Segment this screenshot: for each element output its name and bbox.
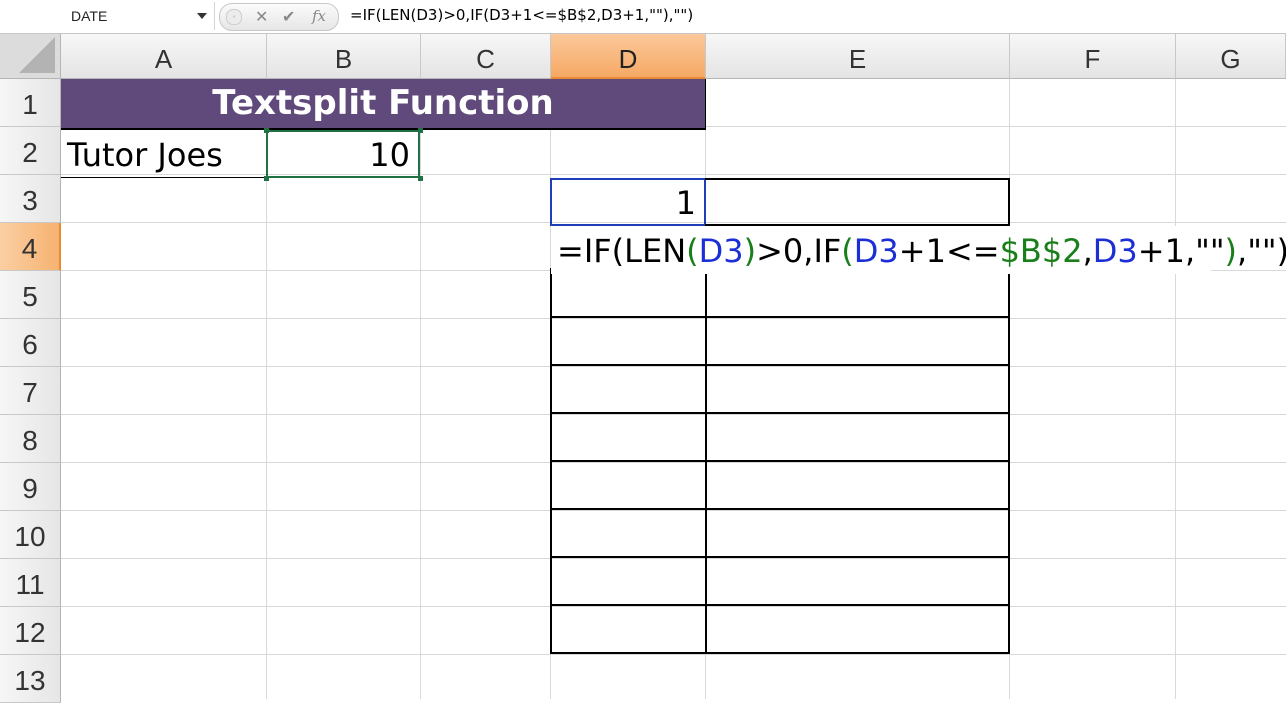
table-cell[interactable] — [550, 364, 707, 414]
row-header-1[interactable]: 1 — [0, 79, 61, 127]
formula-tokens: =IF(LEN(D3)>0,IF(D3+1<=$B$2,D3+1,""),"") — [557, 232, 1286, 270]
table-cell[interactable] — [705, 316, 1010, 366]
title-cell[interactable]: Textsplit Function — [61, 79, 706, 130]
formula-token: +1,"" — [1137, 232, 1225, 270]
column-header-g[interactable]: G — [1176, 34, 1286, 79]
table-cell[interactable] — [550, 412, 707, 462]
row-header-3[interactable]: 3 — [0, 175, 61, 223]
cell-d3[interactable]: 1 — [550, 178, 706, 226]
table-cell[interactable] — [705, 412, 1010, 462]
table-cell[interactable] — [705, 556, 1010, 606]
cancel-icon[interactable]: ✕ — [255, 7, 268, 27]
formula-token: >0,IF — [756, 232, 842, 270]
name-box[interactable]: DATE — [0, 2, 215, 30]
formula-token: =IF(LEN — [557, 232, 687, 270]
formula-token: , — [1082, 232, 1093, 270]
selection-handle[interactable] — [264, 176, 269, 181]
column-header-c[interactable]: C — [421, 34, 551, 79]
formula-token: D3 — [853, 232, 899, 270]
cell-e3[interactable] — [705, 178, 1010, 226]
spreadsheet-grid[interactable]: A B C D E F G 1 2 3 4 5 6 7 8 9 10 11 12… — [0, 34, 1286, 703]
row-header-7[interactable]: 7 — [0, 367, 61, 415]
row-header-6[interactable]: 6 — [0, 319, 61, 367]
cell-a2[interactable]: Tutor Joes — [61, 130, 267, 178]
selection-handle[interactable] — [418, 176, 423, 181]
column-header-a[interactable]: A — [61, 34, 267, 79]
select-all-button[interactable] — [0, 34, 61, 79]
row-header-2[interactable]: 2 — [0, 127, 61, 175]
table-cell[interactable] — [705, 604, 1010, 654]
cell-d4-editor[interactable]: =IF(LEN(D3)>0,IF(D3+1<=$B$2,D3+1,""),"") — [551, 226, 1286, 274]
table-cell[interactable] — [705, 508, 1010, 558]
formula-buttons: ◦ ✕ ✔ fx — [219, 3, 339, 31]
row-header-4[interactable]: 4 — [0, 223, 61, 271]
formula-token: ) — [743, 232, 757, 270]
cell-b2[interactable]: 10 — [266, 130, 420, 178]
selection-handle[interactable] — [418, 128, 423, 133]
formula-token: $B$2 — [999, 232, 1083, 270]
table-cell[interactable] — [550, 316, 707, 366]
name-box-value[interactable]: DATE — [71, 8, 107, 24]
formula-token: +1<= — [898, 232, 1000, 270]
insert-function-icon[interactable]: fx — [312, 7, 326, 25]
formula-token: ) — [1224, 232, 1238, 270]
gridline — [61, 654, 1286, 655]
column-header-b[interactable]: B — [267, 34, 421, 79]
row-header-12[interactable]: 12 — [0, 607, 61, 655]
formula-token: ( — [841, 232, 854, 270]
table-cell[interactable] — [705, 460, 1010, 510]
formula-token: D3 — [1092, 232, 1138, 270]
formula-token: ,"") — [1237, 232, 1286, 270]
resize-handle-icon[interactable]: ◦ — [226, 9, 242, 25]
table-cell[interactable] — [550, 508, 707, 558]
formula-token: ( — [686, 232, 699, 270]
row-header-5[interactable]: 5 — [0, 271, 61, 319]
table-cell[interactable] — [550, 556, 707, 606]
column-header-f[interactable]: F — [1010, 34, 1176, 79]
table-cell[interactable] — [550, 604, 707, 654]
row-header-10[interactable]: 10 — [0, 511, 61, 559]
row-header-11[interactable]: 11 — [0, 559, 61, 607]
table-cell[interactable] — [705, 364, 1010, 414]
row-header-8[interactable]: 8 — [0, 415, 61, 463]
table-cell[interactable] — [705, 268, 1010, 318]
row-header-9[interactable]: 9 — [0, 463, 61, 511]
enter-icon[interactable]: ✔ — [282, 7, 295, 27]
column-header-d[interactable]: D — [551, 34, 706, 79]
formula-token: D3 — [698, 232, 744, 270]
table-cell[interactable] — [550, 460, 707, 510]
column-header-e[interactable]: E — [706, 34, 1010, 79]
row-header-13[interactable]: 13 — [0, 655, 61, 703]
formula-bar: DATE ◦ ✕ ✔ fx =IF(LEN(D3)>0,IF(D3+1<=$B$… — [0, 0, 1286, 34]
selection-handle[interactable] — [264, 128, 269, 133]
name-box-dropdown-icon[interactable] — [197, 13, 207, 19]
formula-input[interactable]: =IF(LEN(D3)>0,IF(D3+1<=$B$2,D3+1,""),"") — [350, 6, 693, 24]
table-cell[interactable] — [550, 268, 707, 318]
select-all-icon — [19, 37, 55, 73]
